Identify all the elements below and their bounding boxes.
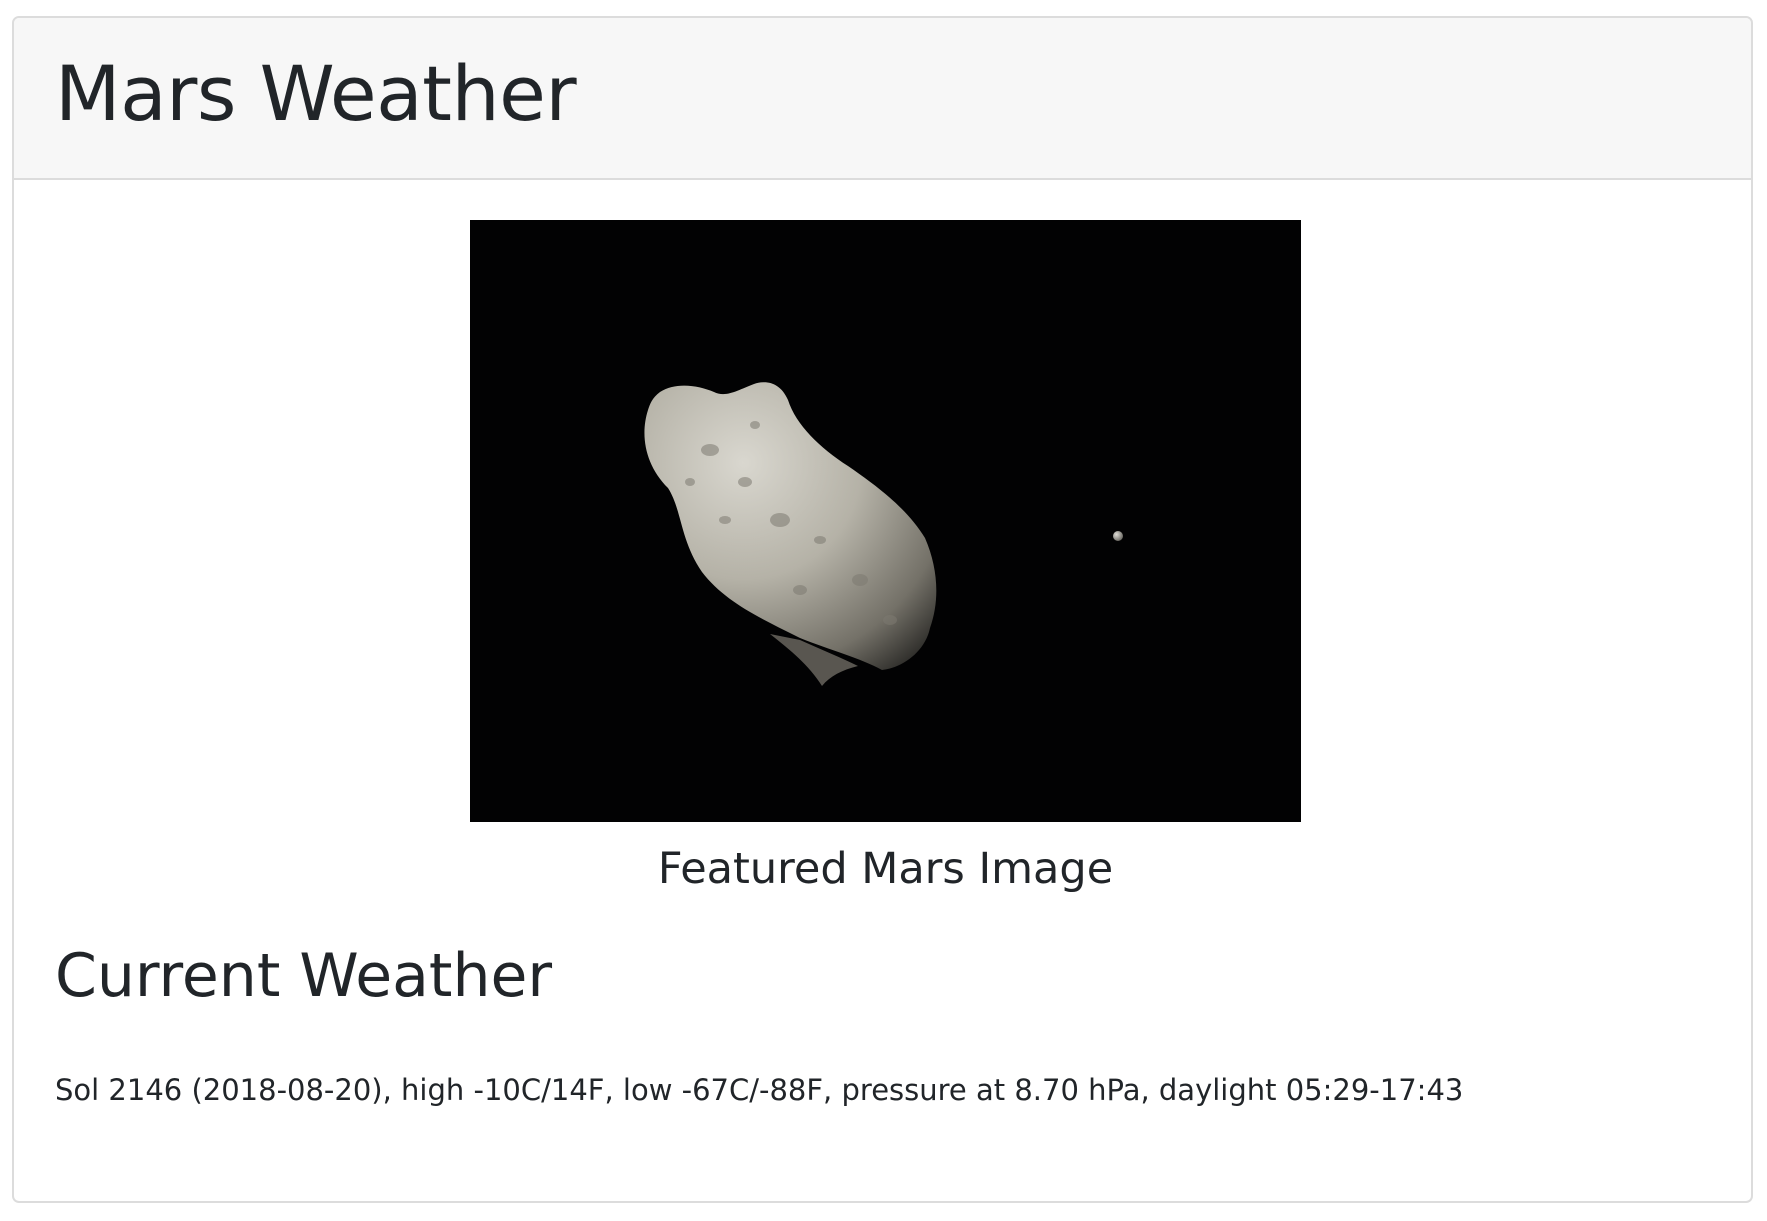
mars-weather-card: Mars Weather Featured Mars Image Current… — [12, 16, 1753, 1203]
current-weather-heading: Current Weather — [55, 941, 553, 1011]
weather-report: Sol 2146 (2018-08-20), high -10C/14F, lo… — [55, 1073, 1464, 1107]
featured-image-caption: Featured Mars Image — [657, 844, 1114, 894]
featured-mars-image — [470, 220, 1301, 822]
featured-image-figure: Featured Mars Image — [470, 220, 1301, 894]
asteroid-image — [470, 220, 1301, 822]
card-body: Featured Mars Image Current Weather Sol … — [14, 180, 1751, 1201]
page-title: Mars Weather — [55, 49, 577, 138]
card-header: Mars Weather — [14, 18, 1751, 180]
